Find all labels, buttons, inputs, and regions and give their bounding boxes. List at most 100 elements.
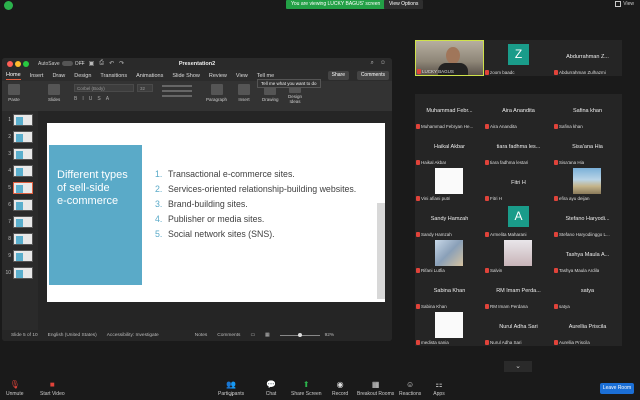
participants-button[interactable]: 👥41 Participants xyxy=(218,380,244,397)
tab-insert[interactable]: Insert xyxy=(30,73,44,79)
sorter-view-icon[interactable]: ▦ xyxy=(265,333,270,338)
italic-icon[interactable]: I xyxy=(82,96,83,102)
thumbnail-5[interactable]: 5 xyxy=(4,182,33,194)
start-video-button[interactable]: ■ Start Video xyxy=(40,380,65,397)
participant-tile[interactable]: tiara fadhma les... tiara fadhma lestari xyxy=(484,130,553,166)
participant-tile[interactable]: Tashya Maula A... Tashya Maula Ardila xyxy=(553,238,622,274)
search-icon[interactable]: ⌕ xyxy=(370,60,373,67)
tab-home[interactable]: Home xyxy=(6,72,21,80)
participant-tile[interactable]: Sandy Hamzah Sandy Hamzah xyxy=(415,202,484,238)
tab-view[interactable]: View xyxy=(236,73,248,79)
paste-button[interactable]: Paste xyxy=(8,84,20,102)
apps-button[interactable]: ⚏ Apps xyxy=(433,380,445,397)
zoom-level[interactable]: 92% xyxy=(325,333,335,338)
chat-button[interactable]: 💬 Chat xyxy=(265,380,277,397)
view-options-button[interactable]: View Options xyxy=(384,0,424,9)
thumb-image xyxy=(13,233,33,245)
current-slide[interactable]: Different types of sell-side e-commerce … xyxy=(47,123,385,302)
accessibility-status[interactable]: Accessibility: Investigate xyxy=(107,333,159,338)
tab-review[interactable]: Review xyxy=(209,73,227,79)
gallery-next-page-button[interactable]: ⌄ xyxy=(504,361,532,372)
participant-tile[interactable]: A Armelita Maharani xyxy=(484,202,553,238)
thumbnail-9[interactable]: 9 xyxy=(4,250,33,262)
normal-view-icon[interactable]: ▭ xyxy=(250,333,255,338)
tab-draw[interactable]: Draw xyxy=(52,73,65,79)
slide-thumbnails: 1 2 3 4 5 6 7 8 9 10 xyxy=(2,111,38,330)
thumbnail-4[interactable]: 4 xyxy=(4,165,33,177)
participant-tile[interactable]: Vini afiani putri xyxy=(415,166,484,202)
participant-tile[interactable]: Aira Anandita Aira Anandita xyxy=(484,94,553,130)
leave-room-button[interactable]: Leave Room xyxy=(600,383,634,394)
reactions-button[interactable]: ☺ Reactions xyxy=(399,380,421,397)
tab-tell-me[interactable]: Tell me xyxy=(257,73,274,79)
thumbnail-2[interactable]: 2 xyxy=(4,131,33,143)
record-button[interactable]: ◉ Record xyxy=(332,380,348,397)
muted-mic-icon: 🎙 xyxy=(9,380,20,389)
slide-scrollbar[interactable] xyxy=(377,203,385,299)
tab-animations[interactable]: Animations xyxy=(136,73,163,79)
participant-tile[interactable]: Haikal Akbar Haikal Akbar xyxy=(415,130,484,166)
share-screen-button[interactable]: ⬆ Share Screen xyxy=(291,380,322,397)
paragraph-group-icon[interactable] xyxy=(162,85,192,103)
share-button[interactable]: Share xyxy=(327,71,349,80)
thumbnail-6[interactable]: 6 xyxy=(4,199,33,211)
participant-tile[interactable]: RM Imam Perda... RM Imam Perdana xyxy=(484,274,553,310)
participant-tile[interactable]: Nurul Adha Sari Nurul Adha Sari xyxy=(484,310,553,346)
thumbnail-3[interactable]: 3 xyxy=(4,148,33,160)
slide-numbered-list[interactable]: 1. Transactional e-commerce sites. 2. Serv… xyxy=(155,169,377,244)
participant-tile[interactable]: Muhammad Febr... Muhammad Febryan He... xyxy=(415,94,484,130)
participant-display-name: Tashya Maula A... xyxy=(565,252,610,258)
participant-tile[interactable]: Aurellia Priscila Aurellia Priscila xyxy=(553,310,622,346)
participant-tile[interactable]: Abdurrahman Z... Abdurrahman Zulhazmi xyxy=(553,40,622,76)
notes-button[interactable]: Notes xyxy=(195,333,208,338)
thumbnail-1[interactable]: 1 xyxy=(4,114,33,126)
participant-tile[interactable]: LUCKY BAGUS xyxy=(415,40,484,76)
security-shield-icon[interactable] xyxy=(4,1,13,10)
strikethrough-icon[interactable]: S xyxy=(97,96,100,102)
zoom-slider-knob[interactable] xyxy=(297,333,302,337)
tab-slide-show[interactable]: Slide Show xyxy=(172,73,200,79)
participant-tile[interactable]: Stefano Haryodi... Stefano Haryodiinggo L… xyxy=(553,202,622,238)
breakout-rooms-button[interactable]: ▦ Breakout Rooms xyxy=(357,380,394,397)
zoom-slider[interactable] xyxy=(279,333,320,337)
participant-display-name: Nurul Adha Sari xyxy=(499,324,538,330)
tab-design[interactable]: Design xyxy=(74,73,91,79)
profile-picture xyxy=(573,168,601,194)
participant-tile[interactable]: Sabina Khan Sabina Khan xyxy=(415,274,484,310)
bold-icon[interactable]: B xyxy=(74,96,77,102)
thumb-number: 1 xyxy=(8,117,11,123)
account-icon[interactable]: ☺ xyxy=(380,60,386,67)
thumbnail-10[interactable]: 10 xyxy=(4,267,33,279)
muted-mic-icon xyxy=(485,70,489,75)
font-name-select[interactable]: Corbel (Body) xyxy=(74,84,134,92)
comments-status-button[interactable]: Comments xyxy=(217,333,240,338)
font-size-select[interactable]: 32 xyxy=(137,84,153,92)
thumbnail-8[interactable]: 8 xyxy=(4,233,33,245)
participant-tile[interactable]: Fitri H Fitri H xyxy=(484,166,553,202)
language-indicator[interactable]: English (United States) xyxy=(48,333,97,338)
underline-icon[interactable]: U xyxy=(89,96,93,102)
participant-tile[interactable]: Rifani Lutfia xyxy=(415,238,484,274)
comments-button[interactable]: Comments xyxy=(356,71,389,80)
participant-tile[interactable]: Safina khan Safina khan xyxy=(553,94,622,130)
paragraph-button[interactable]: Paragraph xyxy=(206,84,227,102)
participant-tile[interactable]: Zzoom baadc xyxy=(484,40,553,76)
participant-tile[interactable]: Sisa'ana Hia Sisa'ana Hia xyxy=(553,130,622,166)
unmute-button[interactable]: 🎙 Unmute xyxy=(6,380,24,397)
insert-button[interactable]: Insert xyxy=(238,84,250,102)
thumbnail-7[interactable]: 7 xyxy=(4,216,33,228)
slides-button[interactable]: Slides xyxy=(48,84,60,102)
muted-mic-icon xyxy=(554,160,558,165)
participant-tile[interactable]: medista sania xyxy=(415,310,484,346)
view-button[interactable]: View xyxy=(615,1,634,7)
thumb-image xyxy=(13,267,33,279)
participant-tile[interactable]: Salvin xyxy=(484,238,553,274)
view-label: View xyxy=(623,1,634,7)
font-color-icon[interactable]: A xyxy=(106,96,109,102)
profile-picture xyxy=(435,312,463,338)
tab-transitions[interactable]: Transitions xyxy=(100,73,127,79)
slide-heading[interactable]: Different types of sell-side e-commerce xyxy=(57,169,137,208)
muted-mic-icon xyxy=(416,304,420,309)
participant-tile[interactable]: efira ayu deijan xyxy=(553,166,622,202)
participant-tile[interactable]: satya satya xyxy=(553,274,622,310)
